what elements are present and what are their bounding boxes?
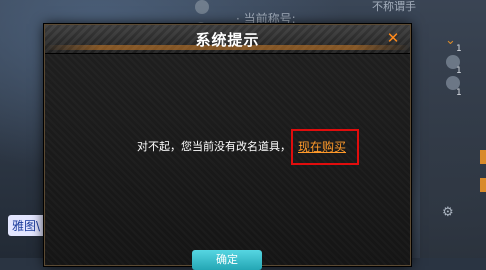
dialog-titlebar: 系统提示 ✕ (45, 25, 410, 54)
close-icon[interactable]: ✕ (384, 29, 402, 47)
chevron-down-icon[interactable]: ⌄ (445, 33, 456, 48)
side-tab[interactable] (480, 150, 486, 164)
confirm-button[interactable]: 确定 (192, 250, 262, 270)
settings-icon[interactable]: ⚙ (442, 205, 458, 221)
buy-now-link[interactable]: 现在购买 (298, 138, 346, 155)
badge-count: 1 (456, 44, 462, 54)
chat-bubble: 雅图\ (8, 215, 47, 236)
system-dialog: 系统提示 ✕ 对不起，您当前没有改名道具， 现在购买 确定 (44, 24, 411, 270)
side-tab[interactable] (480, 178, 486, 192)
badge-count: 1 (456, 88, 462, 98)
current-title-value: 不称谓手 (372, 0, 416, 13)
confirm-label: 确定 (216, 253, 238, 266)
background-icon (195, 0, 209, 14)
dialog-title: 系统提示 (195, 31, 260, 49)
dialog-message: 对不起，您当前没有改名道具， (137, 140, 291, 153)
badge-count: 1 (456, 66, 462, 76)
